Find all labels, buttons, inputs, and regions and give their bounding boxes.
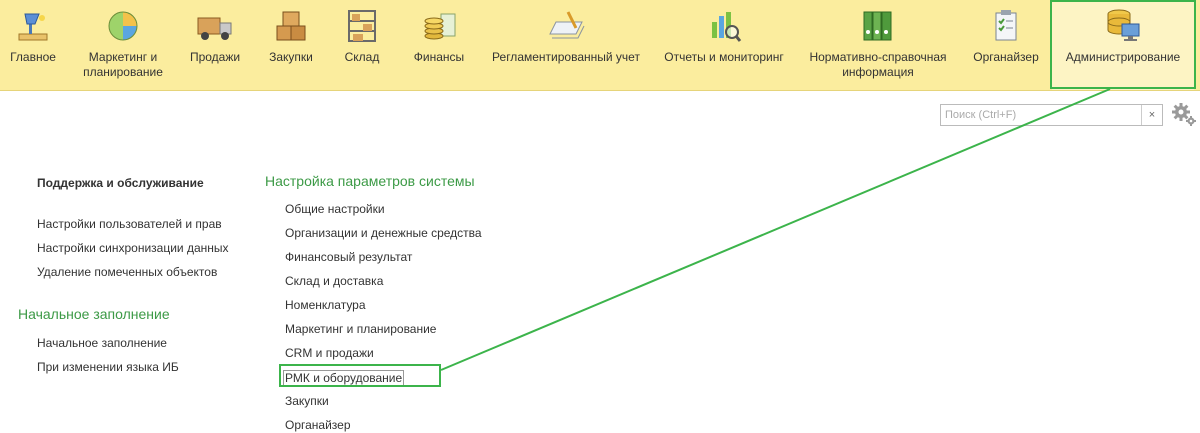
tab-label: Склад — [344, 50, 380, 64]
tab-sales[interactable]: Продажи — [186, 0, 244, 90]
system-settings-heading: Настройка параметров системы — [265, 173, 475, 189]
tab-label: Закупки — [269, 50, 313, 64]
settings-link[interactable]: CRM и продажи — [285, 346, 374, 360]
search-input[interactable] — [941, 105, 1141, 125]
tab-label: Нормативно-справочная информация — [809, 50, 947, 79]
settings-gear-button[interactable] — [1171, 102, 1197, 126]
settings-link[interactable]: Финансовый результат — [285, 250, 412, 264]
tab-label: Маркетинг и планирование — [83, 50, 163, 79]
clipboard-checklist-icon — [995, 10, 1017, 41]
coins-icon — [424, 13, 456, 40]
tab-label: Регламентированный учет — [492, 50, 640, 64]
tab-label: Продажи — [189, 50, 241, 64]
gear-icon — [1172, 103, 1196, 126]
tab-organizer[interactable]: Органайзер — [966, 0, 1046, 90]
search-clear-button[interactable]: × — [1141, 105, 1162, 125]
warehouse-shelf-icon — [348, 10, 376, 42]
delete-marked-objects-link[interactable]: Удаление помеченных объектов — [37, 265, 217, 279]
desk-lamp-icon — [18, 13, 48, 41]
administration-highlight — [1050, 0, 1196, 89]
settings-link[interactable]: Номенклатура — [285, 298, 366, 312]
bar-chart-magnifier-icon — [712, 12, 742, 42]
language-change-link[interactable]: При изменении языка ИБ — [37, 360, 179, 374]
settings-link[interactable]: Закупки — [285, 394, 329, 408]
tab-reference-info[interactable]: Нормативно-справочная информация — [806, 0, 950, 90]
settings-link[interactable]: Маркетинг и планирование — [285, 322, 436, 336]
tab-label: Главное — [10, 50, 56, 64]
document-pen-icon — [549, 11, 585, 39]
tab-label: Финансы — [413, 50, 465, 64]
initial-fill-link[interactable]: Начальное заполнение — [37, 336, 167, 350]
pos-equipment-highlight — [279, 364, 441, 387]
settings-link[interactable]: Органайзер — [285, 418, 351, 432]
tab-main[interactable]: Главное — [2, 0, 64, 90]
tab-finance[interactable]: Финансы — [408, 0, 470, 90]
users-rights-settings-link[interactable]: Настройки пользователей и прав — [37, 217, 222, 231]
delivery-truck-icon — [197, 17, 232, 40]
settings-link[interactable]: Общие настройки — [285, 202, 385, 216]
settings-link[interactable]: Организации и денежные средства — [285, 226, 482, 240]
settings-link[interactable]: Склад и доставка — [285, 274, 383, 288]
tab-label: Органайзер — [973, 50, 1039, 64]
sections-panel: Главное Маркетинг и планирование Продажи… — [0, 0, 1200, 91]
support-heading: Поддержка и обслуживание — [37, 176, 204, 190]
initial-fill-heading: Начальное заполнение — [18, 306, 170, 322]
tab-reports[interactable]: Отчеты и мониторинг — [660, 0, 788, 90]
data-sync-settings-link[interactable]: Настройки синхронизации данных — [37, 241, 229, 255]
search-box[interactable]: × — [940, 104, 1163, 126]
tab-regulated-accounting[interactable]: Регламентированный учет — [488, 0, 644, 90]
binders-icon — [863, 11, 892, 41]
tab-label: Отчеты и мониторинг — [664, 50, 784, 64]
boxes-icon — [276, 11, 306, 41]
annotation-line — [440, 88, 1111, 371]
tab-warehouse[interactable]: Склад — [336, 0, 388, 90]
tab-marketing[interactable]: Маркетинг и планирование — [78, 0, 168, 90]
tab-purchases[interactable]: Закупки — [264, 0, 318, 90]
pie-chart-icon — [108, 11, 138, 41]
